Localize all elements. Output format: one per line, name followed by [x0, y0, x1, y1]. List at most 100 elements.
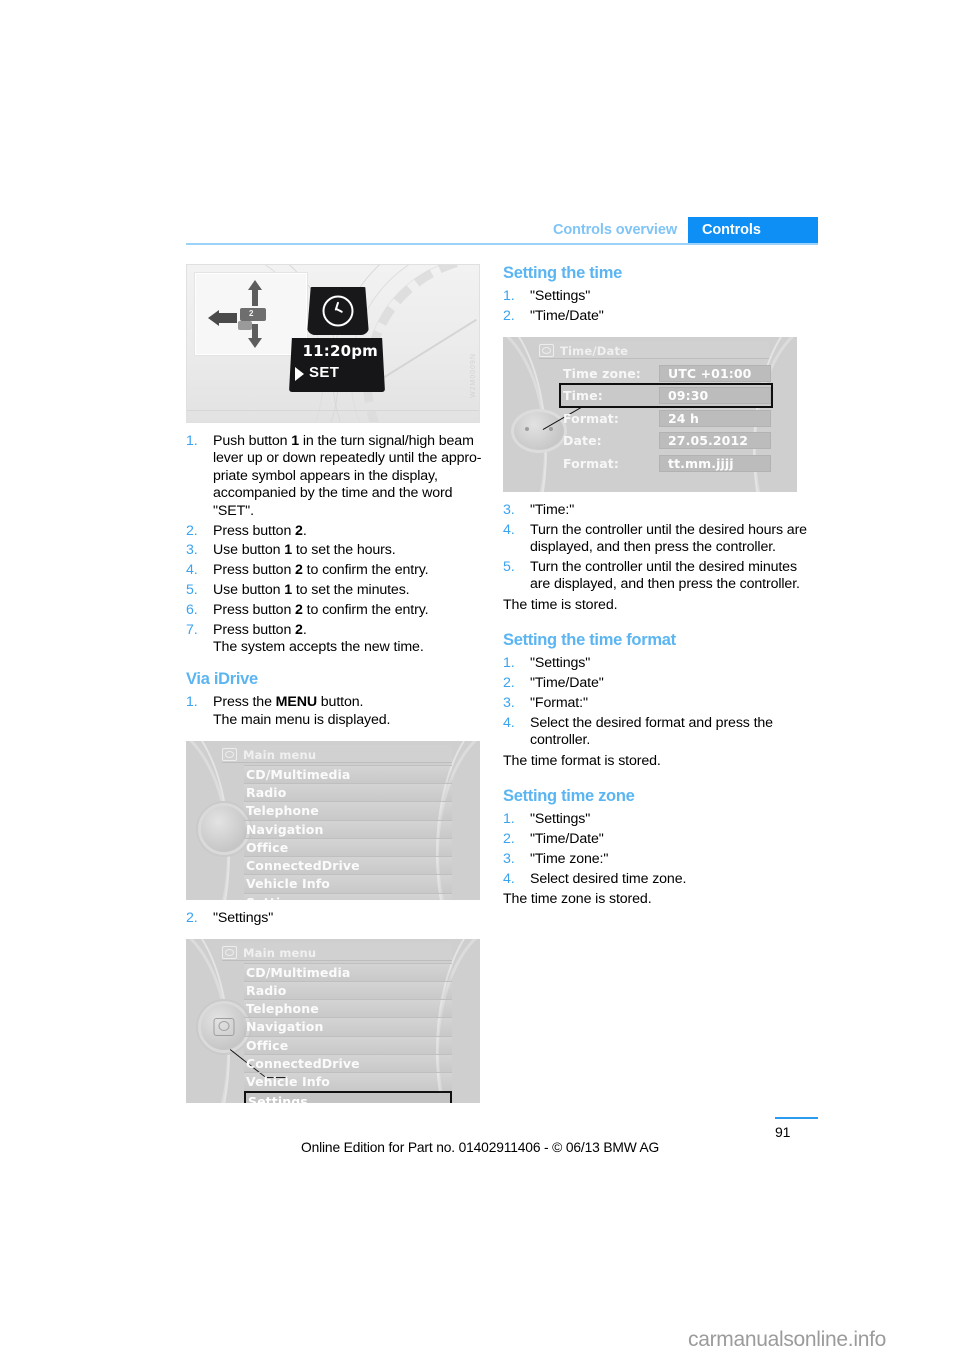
list-item: 1. "Settings" — [503, 288, 818, 305]
list-item: 4. Press button 2 to confirm the entry. — [186, 562, 429, 579]
row-date-format[interactable]: Format: tt.mm.jjjj — [561, 453, 771, 474]
cluster-clock-button — [307, 287, 369, 335]
note-time-zone-stored: The time zone is stored. — [503, 891, 652, 908]
screen-title-text: Time/Date — [560, 343, 629, 358]
step-subtext: The main menu is displayed. — [213, 711, 391, 728]
row-date[interactable]: Date: 27.05.2012 — [561, 430, 771, 451]
step-text: Select desired time zone. — [530, 870, 687, 887]
menu-item-connecteddrive[interactable]: ConnectedDrive — [244, 856, 452, 875]
menu-item-cd-multimedia[interactable]: CD/Multimedia — [244, 764, 452, 783]
menu-item-office[interactable]: Office — [244, 837, 452, 857]
row-value[interactable]: 24 h — [659, 409, 771, 427]
menu-item-vehicle-info[interactable]: Vehicle Info — [244, 874, 452, 893]
right-column: Setting the time 1. "Settings" 2. "Time/… — [503, 264, 818, 909]
menu-item-connecteddrive[interactable]: ConnectedDrive — [244, 1054, 452, 1073]
list-item: 2. Press button 2. — [186, 522, 307, 539]
screen-title: Main menu — [222, 945, 446, 961]
settings-gear-icon — [213, 1017, 235, 1036]
menu-screen-icon — [222, 748, 237, 762]
figure-code: W2M0009N — [470, 353, 477, 398]
menu-list: CD/Multimedia Radio Telephone Navigation… — [244, 764, 452, 900]
row-time-zone[interactable]: Time zone: UTC +01:00 — [561, 363, 771, 384]
cluster-steps-list: 1. Push button 1 in the turn signal/high… — [186, 433, 482, 657]
screen-title-text: Main menu — [243, 747, 317, 762]
menu-item-navigation[interactable]: Navigation — [244, 1017, 452, 1036]
step-subtext: The system accepts the new time. — [213, 639, 424, 656]
screen-title: Time/Date — [539, 343, 763, 359]
step-text: "Time/Date" — [530, 675, 604, 692]
step-number: 7. — [186, 622, 198, 639]
arrow-left-icon — [208, 310, 237, 326]
menu-item-navigation[interactable]: Navigation — [244, 819, 452, 838]
controller-knob-graphic — [511, 408, 567, 453]
site-watermark: carmanualsonline.info — [688, 1328, 886, 1351]
list-item: 2. "Time/Date" — [503, 675, 818, 692]
menu-item-settings-selected[interactable]: Settings — [244, 1090, 452, 1103]
row-value[interactable]: 27.05.2012 — [659, 432, 771, 450]
row-value[interactable]: 09:30 — [659, 387, 771, 405]
step-number: 1. — [186, 433, 198, 449]
manual-page: Controls overview Controls 2 11:20pm SET… — [0, 0, 960, 1358]
list-item: 3. "Time zone:" — [503, 851, 818, 868]
page-header: Controls overview Controls — [186, 217, 818, 243]
row-value[interactable]: tt.mm.jjjj — [659, 454, 771, 472]
row-value[interactable]: UTC +01:00 — [659, 364, 771, 382]
step-number: 3. — [503, 850, 515, 867]
figure-idrive-main-menu: Main menu CD/Multimedia Radio Telephone … — [186, 740, 480, 900]
step-text: "Settings" — [530, 287, 591, 304]
cluster-display-readout: 11:20pm SET — [289, 338, 385, 392]
row-time-format[interactable]: Format: 24 h — [561, 408, 771, 429]
menu-item-vehicle-info[interactable]: Vehicle Info — [244, 1072, 452, 1091]
step-number: 2. — [503, 307, 515, 324]
menu-item-telephone[interactable]: Telephone — [244, 801, 452, 820]
row-label: Time zone: — [563, 365, 641, 381]
header-divider — [186, 243, 818, 245]
step-number: 3. — [503, 695, 515, 711]
list-item: 3. "Format:" — [503, 695, 818, 712]
clock-icon — [322, 295, 354, 327]
step-number: 3. — [503, 501, 515, 518]
lever-button-label: 2 — [249, 309, 254, 318]
cluster-baseline — [187, 410, 479, 411]
step-number: 4. — [503, 870, 515, 887]
heading-setting-the-time-format: Setting the time format — [503, 631, 676, 650]
step-number: 6. — [186, 602, 198, 619]
step-number: 2. — [186, 522, 198, 539]
step-text: "Time/Date" — [530, 831, 604, 847]
left-column: 2 11:20pm SET W2M0009N 1. Push button 1 … — [186, 264, 482, 1113]
tab-controls[interactable]: Controls — [688, 217, 818, 243]
note-time-stored: The time is stored. — [503, 596, 618, 613]
step-number: 4. — [503, 714, 515, 731]
step-number: 2. — [186, 909, 198, 926]
row-label: Time: — [563, 388, 603, 404]
menu-list: CD/Multimedia Radio Telephone Navigation… — [244, 962, 452, 1103]
menu-item-radio[interactable]: Radio — [244, 980, 452, 1000]
step-number: 1. — [503, 811, 515, 828]
screen-title: Main menu — [222, 747, 446, 763]
menu-item-radio[interactable]: Radio — [244, 782, 452, 802]
figure-idrive-main-menu-settings-selected: Main menu CD/Multimedia Radio Telephone … — [186, 938, 480, 1103]
heading-setting-the-time: Setting the time — [503, 264, 622, 282]
list-item: 1. "Settings" — [503, 811, 818, 828]
page-number-rule — [775, 1117, 818, 1119]
heading-setting-time-zone: Setting time zone — [503, 787, 635, 806]
edition-notice: Online Edition for Part no. 01402911406 … — [301, 1140, 660, 1155]
list-item: 2. "Settings" — [186, 910, 482, 927]
row-label: Format: — [563, 455, 619, 471]
step-text: "Settings" — [213, 909, 274, 926]
list-item: 3. Use button 1 to set the hours. — [186, 542, 396, 559]
menu-item-office[interactable]: Office — [244, 1035, 452, 1055]
step-text: "Time:" — [530, 501, 575, 518]
header-tab-group: Controls overview Controls — [553, 217, 818, 243]
step-number: 4. — [503, 521, 515, 538]
figure-instrument-cluster: 2 11:20pm SET W2M0009N — [186, 264, 480, 423]
row-time-selected[interactable]: Time: 09:30 — [559, 383, 773, 408]
menu-screen-icon — [222, 946, 237, 960]
menu-item-telephone[interactable]: Telephone — [244, 999, 452, 1018]
step-text: "Time/Date" — [530, 307, 604, 324]
menu-item-settings[interactable]: Settings — [244, 892, 452, 900]
step-text: Turn the controller until the desired ho… — [530, 521, 807, 556]
figure-idrive-time-date: Time/Date Time zone: UTC +01:00 Time: 09… — [503, 336, 797, 492]
tab-controls-overview[interactable]: Controls overview — [553, 217, 688, 243]
menu-item-cd-multimedia[interactable]: CD/Multimedia — [244, 962, 452, 981]
